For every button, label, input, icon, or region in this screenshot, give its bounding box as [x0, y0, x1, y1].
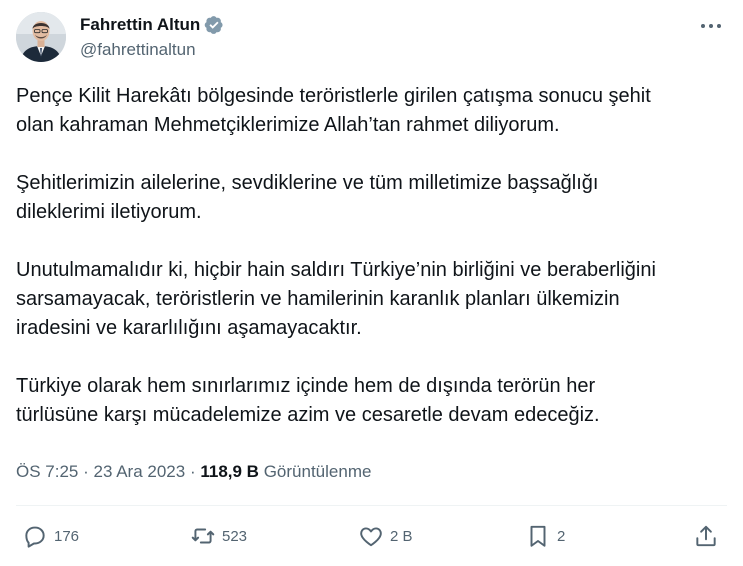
- tweet-paragraph: Pençe Kilit Harekâtı bölgesinde terörist…: [16, 85, 651, 136]
- tweet-meta: ÖS 7:25 · 23 Ara 2023 · 118,9 B Görüntül…: [16, 461, 371, 483]
- avatar[interactable]: [16, 12, 66, 62]
- like-count: 2 B: [390, 527, 413, 545]
- tweet-card: Fahrettin Altun @fahrettinaltun Pençe Ki…: [0, 0, 743, 566]
- heart-icon: [358, 523, 384, 549]
- bookmark-button[interactable]: 2: [525, 520, 565, 552]
- views-label: Görüntülenme: [263, 462, 372, 481]
- verified-badge-icon[interactable]: [204, 15, 224, 35]
- name-row: Fahrettin Altun: [80, 14, 224, 36]
- bookmark-icon: [525, 523, 551, 549]
- reply-count: 176: [54, 527, 80, 545]
- tweet-time[interactable]: ÖS 7:25: [16, 462, 78, 481]
- like-button[interactable]: 2 B: [358, 520, 413, 552]
- repost-icon: [190, 523, 216, 549]
- meta-separator: ·: [189, 462, 196, 481]
- bookmark-count: 2: [557, 527, 566, 545]
- meta-separator: ·: [83, 462, 89, 481]
- share-button[interactable]: [693, 520, 719, 552]
- user-handle[interactable]: @fahrettinaltun: [80, 39, 196, 61]
- repost-count: 523: [222, 527, 248, 545]
- divider: [16, 505, 727, 506]
- reply-button[interactable]: 176: [22, 520, 79, 552]
- tweet-paragraph: Şehitlerimizin ailelerine, sevdiklerine …: [16, 172, 599, 223]
- reply-icon: [22, 523, 48, 549]
- tweet-header: Fahrettin Altun @fahrettinaltun: [16, 12, 727, 66]
- views-count: 118,9 B: [200, 462, 259, 481]
- tweet-date[interactable]: 23 Ara 2023: [94, 462, 186, 481]
- action-bar: 176 523 2 B 2: [0, 520, 743, 552]
- tweet-paragraph: Türkiye olarak hem sınırlarımız içinde h…: [16, 375, 600, 426]
- share-icon: [693, 523, 719, 549]
- tweet-paragraph: Unutulmamalıdır ki, hiçbir hain saldırı …: [16, 259, 656, 339]
- display-name[interactable]: Fahrettin Altun: [80, 14, 200, 36]
- more-options-icon[interactable]: [697, 15, 725, 37]
- tweet-text: Pençe Kilit Harekâtı bölgesinde terörist…: [16, 82, 727, 459]
- repost-button[interactable]: 523: [190, 520, 247, 552]
- avatar-image: [16, 12, 66, 62]
